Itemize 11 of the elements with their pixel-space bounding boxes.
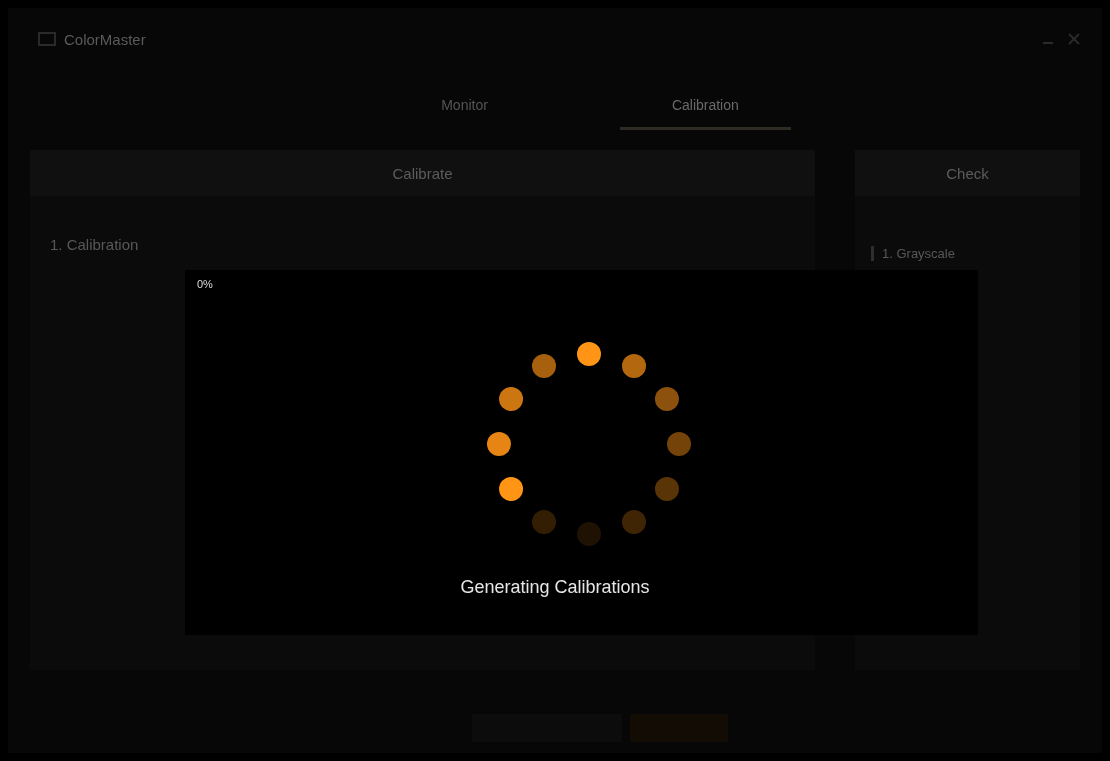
tab[interactable]: Monitor bbox=[389, 97, 540, 130]
window-title: ColorMaster bbox=[64, 30, 146, 48]
tab[interactable]: Calibration bbox=[619, 97, 791, 130]
progress-percent: 0% bbox=[197, 278, 213, 290]
panel-header: Check bbox=[855, 150, 1080, 196]
panel-header: Calibrate bbox=[30, 150, 815, 196]
loading-message: Generating Calibrations bbox=[460, 577, 650, 598]
app-logo-icon bbox=[38, 32, 56, 46]
check-item[interactable]: 1. Grayscale bbox=[871, 246, 1080, 261]
section-title: 1. Calibration bbox=[50, 236, 140, 253]
close-icon[interactable] bbox=[1068, 33, 1080, 45]
